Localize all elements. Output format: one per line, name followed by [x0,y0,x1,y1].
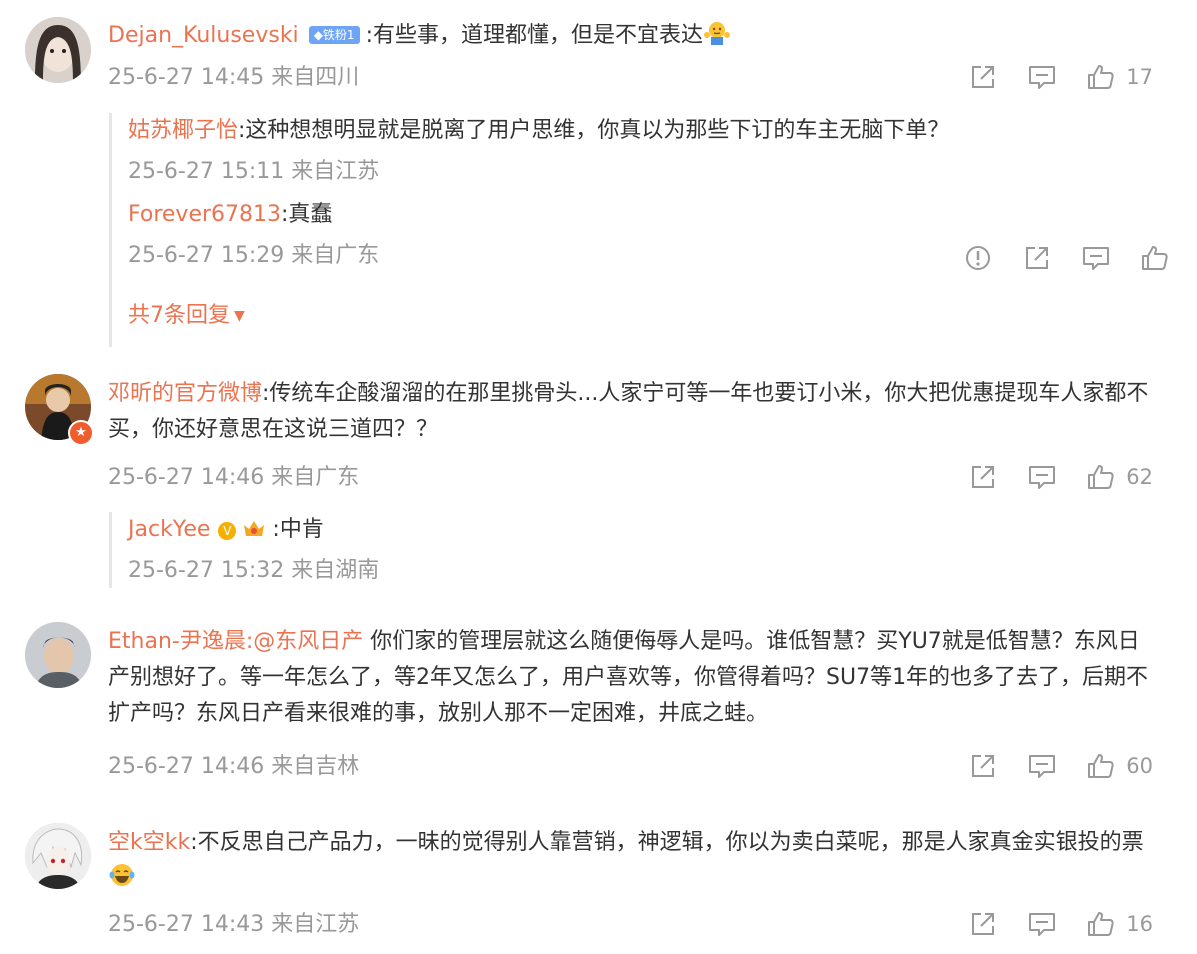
reply-meta: 25-6-27 15:32 来自湖南 [128,558,380,583]
like-count: 16 [1126,912,1153,936]
comment-button[interactable] [1081,243,1111,273]
share-button[interactable] [968,462,998,492]
comment-text: 空k空kk:不反思自己产品力，一昧的觉得别人靠营销，神逻辑，你以为卖白菜呢，那是… [108,825,1158,900]
share-icon [968,909,998,939]
user-name[interactable]: 邓昕的官方微博 [108,381,262,406]
reply-user-name[interactable]: JackYee [128,517,210,542]
comment-text: 邓昕的官方微博:传统车企酸溜溜的在那里挑骨头...人家宁可等一年也要订小米，你大… [108,376,1158,448]
report-button[interactable] [963,243,993,273]
like-button[interactable]: 62 [1086,462,1153,492]
like-button[interactable]: 16 [1086,909,1153,939]
share-button[interactable] [1022,243,1052,273]
comment-text: Dejan_Kulusevski ◆铁粉1 :有些事，道理都懂，但是不宜表达 [108,18,1158,57]
reply-list: 姑苏椰子怡:这种想想明显就是脱离了用户思维，你真以为那些下订的车主无脑下单？ 2… [109,113,1168,347]
comment-icon [1081,243,1111,273]
avatar[interactable] [25,17,91,83]
comment-body: :有些事，道理都懂，但是不宜表达 [365,23,703,48]
comment-actions: 17 [968,62,1153,92]
comment-body: :传统车企酸溜溜的在那里挑骨头...人家宁可等一年也要订小米，你大把优惠提现车人… [108,381,1149,442]
reply-actions [963,243,1170,273]
comment-button[interactable] [1027,751,1057,781]
comment-actions: 62 [968,462,1153,492]
fans-badge: ◆铁粉1 [308,26,360,44]
share-icon [968,751,998,781]
reply-body: :中肯 [272,517,324,542]
reply-text: JackYee V :中肯 [128,514,1168,546]
reply-body: :真蠢 [281,202,333,227]
crown-badge-icon [242,517,266,539]
comment-meta: 25-6-27 14:46 来自广东 [108,465,360,490]
comment-icon [1027,462,1057,492]
like-count: 62 [1126,465,1153,489]
comment-body: :不反思自己产品力，一昧的觉得别人靠营销，神逻辑，你以为卖白菜呢，那是人家真金实… [190,830,1144,855]
laughing-tears-emoji-icon [108,862,136,900]
like-button[interactable]: 60 [1086,751,1153,781]
report-icon [963,243,993,273]
comment-icon [1027,909,1057,939]
like-count: 60 [1126,754,1153,778]
like-icon [1086,751,1116,781]
comment-meta: 25-6-27 14:46 来自吉林 [108,754,360,779]
like-icon [1086,909,1116,939]
share-button[interactable] [968,751,998,781]
reply-meta: 25-6-27 15:11 来自江苏 [128,159,380,184]
caret-down-icon: ▼ [234,308,245,324]
reply-text: Forever67813:真蠢 [128,199,1168,231]
reply-user-name[interactable]: 姑苏椰子怡 [128,118,238,143]
share-button[interactable] [968,909,998,939]
comment-button[interactable] [1027,909,1057,939]
mention-link[interactable]: :@东风日产 [246,629,363,654]
user-name[interactable]: Ethan-尹逸晨 [108,629,246,654]
reply-item: 姑苏椰子怡:这种想想明显就是脱离了用户思维，你真以为那些下订的车主无脑下单？ 2… [128,115,1168,187]
reply-item: Forever67813:真蠢 25-6-27 15:29 来自广东 [128,199,1168,271]
share-icon [968,462,998,492]
shrug-emoji-icon [703,19,731,57]
comment-meta: 25-6-27 14:43 来自江苏 [108,912,360,937]
avatar[interactable] [25,622,91,688]
like-icon [1086,462,1116,492]
more-replies-link[interactable]: 共7条回复 ▼ [128,297,1168,329]
share-icon [1022,243,1052,273]
comment-icon [1027,62,1057,92]
comment-button[interactable] [1027,62,1057,92]
comment-icon [1027,751,1057,781]
more-replies-label: 共7条回复 [128,303,230,328]
like-count: 17 [1126,65,1153,89]
reply-item: JackYee V :中肯 25-6-27 15:32 来自湖南 [128,514,1168,586]
comment-actions: 60 [968,751,1153,781]
comment-meta: 25-6-27 14:45 来自四川 [108,65,360,90]
comment-text: Ethan-尹逸晨:@东风日产 你们家的管理层就这么随便侮辱人是吗。谁低智慧？买… [108,624,1158,732]
comment-actions: 16 [968,909,1153,939]
reply-text: 姑苏椰子怡:这种想想明显就是脱离了用户思维，你真以为那些下订的车主无脑下单？ [128,115,1168,147]
share-icon [968,62,998,92]
like-icon [1086,62,1116,92]
verified-icon: V [218,522,237,540]
verified-badge: ★ [68,420,94,446]
share-button[interactable] [968,62,998,92]
like-button[interactable] [1140,243,1170,273]
reply-list: JackYee V :中肯 25-6-27 15:32 来自湖南 [109,512,1168,588]
user-name[interactable]: 空k空kk [108,830,190,855]
user-name[interactable]: Dejan_Kulusevski [108,23,299,48]
like-button[interactable]: 17 [1086,62,1153,92]
reply-body: :这种想想明显就是脱离了用户思维，你真以为那些下订的车主无脑下单？ [238,118,950,143]
reply-user-name[interactable]: Forever67813 [128,202,281,227]
like-icon [1140,243,1170,273]
comment-button[interactable] [1027,462,1057,492]
avatar[interactable] [25,823,91,889]
